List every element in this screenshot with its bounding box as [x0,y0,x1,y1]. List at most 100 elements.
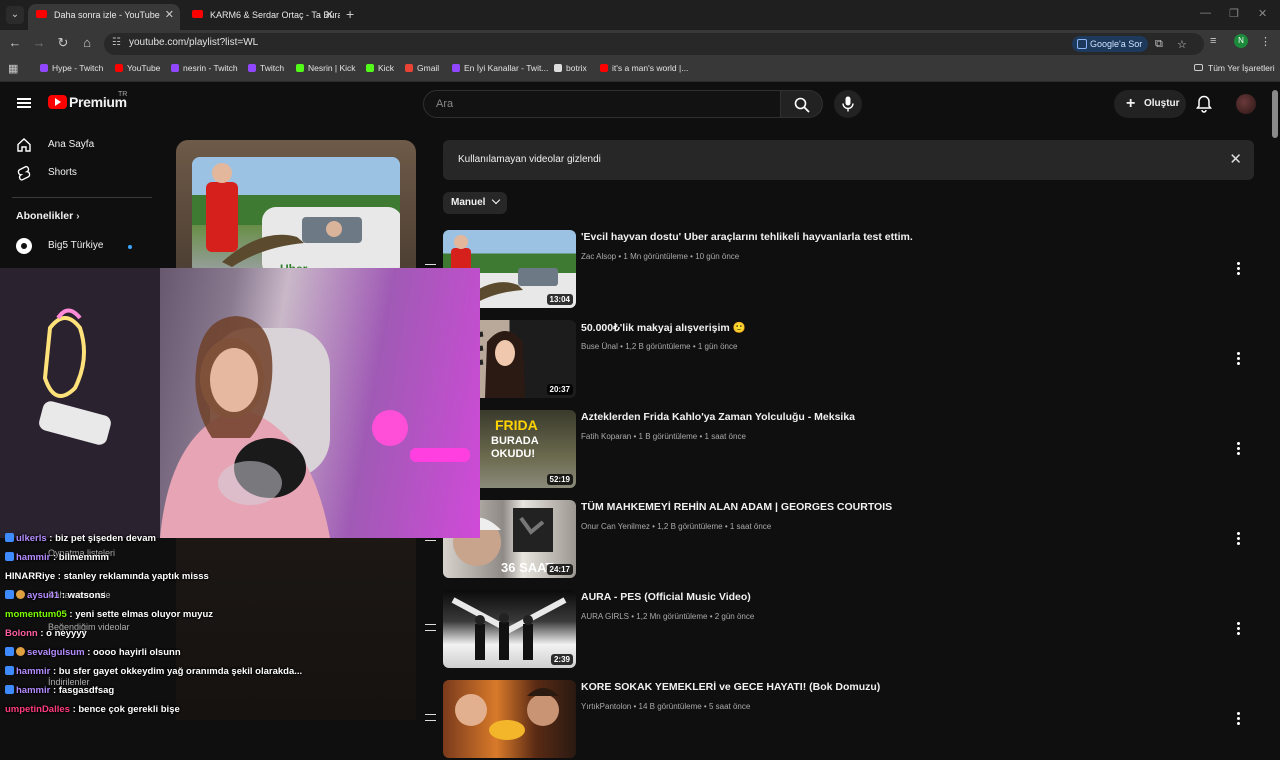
bookmark-item[interactable]: nesrin - Twitch [171,63,238,73]
channel-name[interactable]: Zac Alsop [581,252,616,261]
bookmark-item[interactable]: Hype - Twitch [40,63,103,73]
google-ask-button[interactable]: Google'a Sor [1072,36,1149,52]
more-actions-icon[interactable] [1237,622,1241,636]
bookmark-favicon-icon [115,64,123,72]
chat-text: : biz pet şişeden devam [49,533,156,544]
more-actions-icon[interactable] [1237,442,1241,456]
media-control-icon[interactable]: ≡ [1210,35,1216,47]
chat-username: hammir [16,666,51,677]
bookmark-item[interactable]: Gmail [405,63,439,73]
create-label: Oluştur [1144,98,1180,109]
more-actions-icon[interactable] [1237,532,1241,546]
bookmark-favicon-icon [40,64,48,72]
apps-grid-icon[interactable]: ▦ [8,62,18,75]
bookmark-item[interactable]: Kick [366,63,394,73]
bookmark-item[interactable]: it's a man's world |... [600,63,688,73]
video-title[interactable]: AURA - PES (Official Music Video) [581,591,751,603]
drag-handle-icon[interactable] [425,624,436,631]
folder-icon [1194,64,1203,71]
playlist-video-row[interactable]: 20:37 50.000₺'lik makyaj alışverişim 🙂 B… [425,320,1255,400]
video-duration: 20:37 [546,384,573,395]
more-actions-icon[interactable] [1237,712,1241,726]
bookmark-item[interactable]: Twitch [248,63,284,73]
playlist-video-row[interactable]: 2:39 AURA - PES (Official Music Video) A… [425,590,1255,670]
hidden-videos-banner: Kullanılamayan videolar gizlendi ✕ [443,140,1254,180]
bookmark-item[interactable]: YouTube [115,63,160,73]
menu-icon[interactable] [17,98,31,108]
playlist-video-row[interactable]: 36 SAAT 24:17 TÜM MAHKEMEYİ REHİN ALAN A… [425,500,1255,580]
subscriptions-heading[interactable]: Abonelikler › [16,210,80,222]
lens-icon [1077,39,1087,49]
playlist-video-row[interactable]: KORE SOKAK YEMEKLERİ ve GECE HAYATI! (Bo… [425,680,1255,760]
create-button[interactable]: + Oluştur [1114,90,1186,118]
video-thumbnail[interactable] [443,680,576,758]
close-tab-icon[interactable]: ✕ [325,4,334,26]
bookmark-item[interactable]: En İyi Kanallar - Twit... [452,63,548,73]
search-icon [794,97,810,113]
home-icon [17,138,31,152]
site-info-icon[interactable]: ☷ [112,37,124,49]
user-avatar-icon [16,647,25,656]
sidebar-item-shorts[interactable]: Shorts [16,159,77,187]
chevron-right-icon: › [76,210,80,222]
chat-text: : watsons [61,590,106,601]
subscription-item[interactable]: Big5 Türkiye [16,232,132,260]
video-thumbnail[interactable]: 2:39 [443,590,576,668]
svg-text:FRIDA: FRIDA [495,417,538,433]
install-app-icon[interactable]: ⧉ [1155,38,1163,51]
more-actions-icon[interactable] [1237,262,1241,276]
bookmark-item[interactable]: Nesrin | Kick [296,63,356,73]
voice-search-button[interactable] [834,90,862,118]
new-tab-button[interactable]: + [346,6,354,22]
page-scrollbar[interactable] [1272,90,1278,138]
close-banner-icon[interactable]: ✕ [1229,140,1242,180]
playlist-video-row[interactable]: FRIDA BURADA OKUDU! 52:19 Azteklerden Frid… [425,410,1255,490]
playlist-video-row[interactable]: 13:04 'Evcil hayvan dostu' Uber araçları… [425,230,1255,310]
chat-text: : fasgasdfsag [52,685,115,696]
channel-name[interactable]: YırtıkPantolon [581,702,631,711]
tab-search-button[interactable]: ⌄ [6,6,24,24]
channel-name[interactable]: AURA GIRLS [581,612,629,621]
playlist-cover-image[interactable]: Uber [192,157,400,274]
sort-dropdown[interactable]: Manuel [443,192,508,214]
youtube-logo-icon[interactable] [48,95,67,109]
notifications-bell-icon[interactable] [1196,95,1212,113]
channel-name[interactable]: Fatih Koparan [581,432,631,441]
channel-name[interactable]: Buse Ünal [581,342,618,351]
video-title[interactable]: 50.000₺'lik makyaj alışverişim 🙂 [581,321,746,334]
video-title[interactable]: 'Evcil hayvan dostu' Uber araçlarını teh… [581,231,913,243]
chat-text: : yeni sette elmas oluyor muyuz [69,609,214,620]
subscription-label: Big5 Türkiye [48,240,104,251]
tab-watch-later[interactable]: Daha sonra izle - YouTube ✕ [28,4,180,30]
reload-icon[interactable]: ↻ [54,35,72,51]
omnibox[interactable]: ☷ youtube.com/playlist?list=WL Google'a … [104,33,1204,55]
forward-icon[interactable]: → [30,35,48,50]
tab-music-video[interactable]: KARM6 & Serdar Ortaç - Ta Bura ✕ [184,4,340,30]
account-avatar[interactable] [1236,94,1256,114]
subscriber-badge-icon [5,552,14,561]
channel-avatar [16,238,32,254]
video-title[interactable]: Azteklerden Frida Kahlo'ya Zaman Yolculu… [581,411,855,423]
chrome-menu-icon[interactable]: ⋮ [1260,35,1271,48]
chat-username: hammir [16,685,51,696]
video-meta: Fatih Koparan • 1 B görüntüleme • 1 saat… [581,432,746,441]
bookmark-star-icon[interactable]: ☆ [1177,38,1187,51]
video-duration: 2:39 [550,654,573,665]
more-actions-icon[interactable] [1237,352,1241,366]
close-tab-icon[interactable]: ✕ [165,4,174,26]
all-bookmarks-folder[interactable]: Tüm Yer İşaretleri [1194,63,1275,73]
back-icon[interactable]: ← [6,35,24,50]
minimize-icon[interactable]: — [1200,7,1211,19]
channel-name[interactable]: Onur Can Yenilmez [581,522,650,531]
profile-avatar[interactable]: N [1234,34,1248,48]
home-icon[interactable]: ⌂ [78,35,96,50]
video-title[interactable]: TÜM MAHKEMEYİ REHİN ALAN ADAM | GEORGES … [581,501,892,513]
sidebar-item-home[interactable]: Ana Sayfa [16,131,94,159]
video-title[interactable]: KORE SOKAK YEMEKLERİ ve GECE HAYATI! (Bo… [581,681,880,693]
close-window-icon[interactable]: ✕ [1258,7,1267,20]
search-button[interactable] [781,90,823,118]
bookmark-item[interactable]: botrix [554,63,587,73]
search-input[interactable]: Ara [423,90,781,118]
restore-icon[interactable]: ❐ [1229,7,1239,20]
bookmark-favicon-icon [452,64,460,72]
